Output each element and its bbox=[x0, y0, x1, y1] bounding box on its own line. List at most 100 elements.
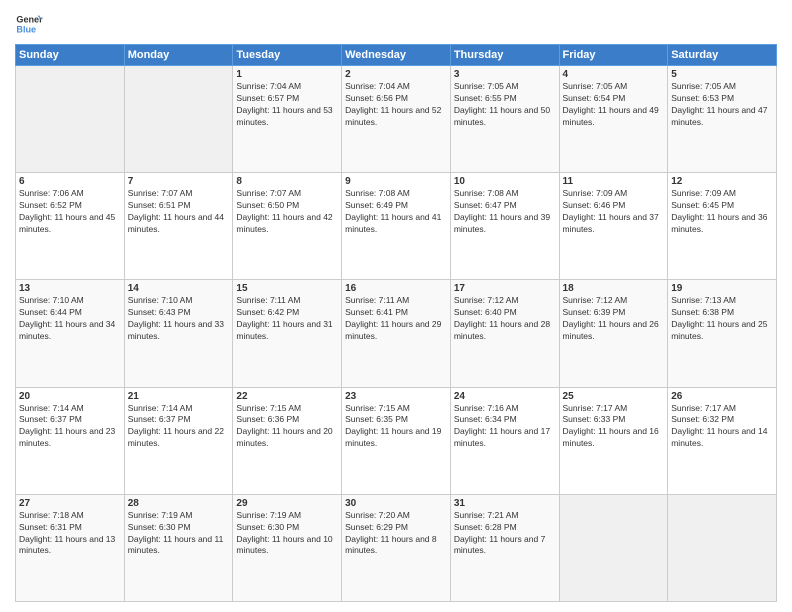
day-number: 22 bbox=[236, 391, 338, 402]
calendar-cell: 14Sunrise: 7:10 AMSunset: 6:43 PMDayligh… bbox=[124, 280, 233, 387]
day-info: Sunrise: 7:13 AMSunset: 6:38 PMDaylight:… bbox=[671, 295, 773, 343]
day-info: Sunrise: 7:09 AMSunset: 6:45 PMDaylight:… bbox=[671, 188, 773, 236]
calendar-table: SundayMondayTuesdayWednesdayThursdayFrid… bbox=[15, 44, 777, 602]
calendar-week-row: 6Sunrise: 7:06 AMSunset: 6:52 PMDaylight… bbox=[16, 173, 777, 280]
day-info: Sunrise: 7:08 AMSunset: 6:47 PMDaylight:… bbox=[454, 188, 556, 236]
day-info: Sunrise: 7:12 AMSunset: 6:40 PMDaylight:… bbox=[454, 295, 556, 343]
day-number: 15 bbox=[236, 283, 338, 294]
day-number: 17 bbox=[454, 283, 556, 294]
day-number: 2 bbox=[345, 69, 447, 80]
day-info: Sunrise: 7:19 AMSunset: 6:30 PMDaylight:… bbox=[128, 510, 230, 558]
calendar-cell: 19Sunrise: 7:13 AMSunset: 6:38 PMDayligh… bbox=[668, 280, 777, 387]
calendar-cell: 26Sunrise: 7:17 AMSunset: 6:32 PMDayligh… bbox=[668, 387, 777, 494]
day-info: Sunrise: 7:19 AMSunset: 6:30 PMDaylight:… bbox=[236, 510, 338, 558]
day-number: 5 bbox=[671, 69, 773, 80]
calendar-week-row: 27Sunrise: 7:18 AMSunset: 6:31 PMDayligh… bbox=[16, 494, 777, 601]
day-info: Sunrise: 7:10 AMSunset: 6:44 PMDaylight:… bbox=[19, 295, 121, 343]
day-number: 20 bbox=[19, 391, 121, 402]
day-number: 10 bbox=[454, 176, 556, 187]
day-info: Sunrise: 7:08 AMSunset: 6:49 PMDaylight:… bbox=[345, 188, 447, 236]
calendar-cell: 1Sunrise: 7:04 AMSunset: 6:57 PMDaylight… bbox=[233, 66, 342, 173]
day-info: Sunrise: 7:05 AMSunset: 6:53 PMDaylight:… bbox=[671, 81, 773, 129]
calendar-cell: 23Sunrise: 7:15 AMSunset: 6:35 PMDayligh… bbox=[342, 387, 451, 494]
calendar-week-row: 20Sunrise: 7:14 AMSunset: 6:37 PMDayligh… bbox=[16, 387, 777, 494]
calendar-cell: 22Sunrise: 7:15 AMSunset: 6:36 PMDayligh… bbox=[233, 387, 342, 494]
day-info: Sunrise: 7:21 AMSunset: 6:28 PMDaylight:… bbox=[454, 510, 556, 558]
day-info: Sunrise: 7:15 AMSunset: 6:35 PMDaylight:… bbox=[345, 403, 447, 451]
day-number: 21 bbox=[128, 391, 230, 402]
calendar-cell: 4Sunrise: 7:05 AMSunset: 6:54 PMDaylight… bbox=[559, 66, 668, 173]
calendar-cell: 29Sunrise: 7:19 AMSunset: 6:30 PMDayligh… bbox=[233, 494, 342, 601]
calendar-cell bbox=[124, 66, 233, 173]
day-number: 16 bbox=[345, 283, 447, 294]
day-info: Sunrise: 7:04 AMSunset: 6:57 PMDaylight:… bbox=[236, 81, 338, 129]
day-number: 26 bbox=[671, 391, 773, 402]
calendar-cell: 12Sunrise: 7:09 AMSunset: 6:45 PMDayligh… bbox=[668, 173, 777, 280]
calendar-week-row: 1Sunrise: 7:04 AMSunset: 6:57 PMDaylight… bbox=[16, 66, 777, 173]
day-info: Sunrise: 7:04 AMSunset: 6:56 PMDaylight:… bbox=[345, 81, 447, 129]
day-number: 27 bbox=[19, 498, 121, 509]
weekday-header: Wednesday bbox=[342, 45, 451, 66]
logo-icon: General Blue bbox=[15, 10, 43, 38]
day-info: Sunrise: 7:07 AMSunset: 6:51 PMDaylight:… bbox=[128, 188, 230, 236]
day-info: Sunrise: 7:07 AMSunset: 6:50 PMDaylight:… bbox=[236, 188, 338, 236]
day-number: 7 bbox=[128, 176, 230, 187]
day-info: Sunrise: 7:06 AMSunset: 6:52 PMDaylight:… bbox=[19, 188, 121, 236]
calendar-cell: 2Sunrise: 7:04 AMSunset: 6:56 PMDaylight… bbox=[342, 66, 451, 173]
calendar-cell: 24Sunrise: 7:16 AMSunset: 6:34 PMDayligh… bbox=[450, 387, 559, 494]
day-number: 25 bbox=[563, 391, 665, 402]
day-number: 12 bbox=[671, 176, 773, 187]
weekday-header: Sunday bbox=[16, 45, 125, 66]
day-info: Sunrise: 7:16 AMSunset: 6:34 PMDaylight:… bbox=[454, 403, 556, 451]
calendar-cell bbox=[559, 494, 668, 601]
calendar-cell: 16Sunrise: 7:11 AMSunset: 6:41 PMDayligh… bbox=[342, 280, 451, 387]
weekday-header: Saturday bbox=[668, 45, 777, 66]
calendar-cell bbox=[668, 494, 777, 601]
day-number: 14 bbox=[128, 283, 230, 294]
weekday-header: Thursday bbox=[450, 45, 559, 66]
day-number: 19 bbox=[671, 283, 773, 294]
day-info: Sunrise: 7:20 AMSunset: 6:29 PMDaylight:… bbox=[345, 510, 447, 558]
day-number: 3 bbox=[454, 69, 556, 80]
calendar-cell: 21Sunrise: 7:14 AMSunset: 6:37 PMDayligh… bbox=[124, 387, 233, 494]
day-info: Sunrise: 7:14 AMSunset: 6:37 PMDaylight:… bbox=[19, 403, 121, 451]
day-info: Sunrise: 7:17 AMSunset: 6:32 PMDaylight:… bbox=[671, 403, 773, 451]
day-number: 9 bbox=[345, 176, 447, 187]
day-number: 8 bbox=[236, 176, 338, 187]
calendar-cell: 11Sunrise: 7:09 AMSunset: 6:46 PMDayligh… bbox=[559, 173, 668, 280]
day-number: 6 bbox=[19, 176, 121, 187]
weekday-header: Monday bbox=[124, 45, 233, 66]
calendar-week-row: 13Sunrise: 7:10 AMSunset: 6:44 PMDayligh… bbox=[16, 280, 777, 387]
day-info: Sunrise: 7:11 AMSunset: 6:41 PMDaylight:… bbox=[345, 295, 447, 343]
calendar-cell bbox=[16, 66, 125, 173]
weekday-header: Tuesday bbox=[233, 45, 342, 66]
day-info: Sunrise: 7:18 AMSunset: 6:31 PMDaylight:… bbox=[19, 510, 121, 558]
day-info: Sunrise: 7:11 AMSunset: 6:42 PMDaylight:… bbox=[236, 295, 338, 343]
svg-text:Blue: Blue bbox=[16, 24, 36, 34]
calendar-cell: 10Sunrise: 7:08 AMSunset: 6:47 PMDayligh… bbox=[450, 173, 559, 280]
day-number: 23 bbox=[345, 391, 447, 402]
day-info: Sunrise: 7:05 AMSunset: 6:55 PMDaylight:… bbox=[454, 81, 556, 129]
calendar-cell: 27Sunrise: 7:18 AMSunset: 6:31 PMDayligh… bbox=[16, 494, 125, 601]
calendar-cell: 3Sunrise: 7:05 AMSunset: 6:55 PMDaylight… bbox=[450, 66, 559, 173]
calendar-cell: 13Sunrise: 7:10 AMSunset: 6:44 PMDayligh… bbox=[16, 280, 125, 387]
day-info: Sunrise: 7:10 AMSunset: 6:43 PMDaylight:… bbox=[128, 295, 230, 343]
header: General Blue bbox=[15, 10, 777, 38]
calendar-cell: 6Sunrise: 7:06 AMSunset: 6:52 PMDaylight… bbox=[16, 173, 125, 280]
day-number: 28 bbox=[128, 498, 230, 509]
calendar-cell: 8Sunrise: 7:07 AMSunset: 6:50 PMDaylight… bbox=[233, 173, 342, 280]
day-info: Sunrise: 7:17 AMSunset: 6:33 PMDaylight:… bbox=[563, 403, 665, 451]
day-info: Sunrise: 7:05 AMSunset: 6:54 PMDaylight:… bbox=[563, 81, 665, 129]
day-number: 18 bbox=[563, 283, 665, 294]
logo: General Blue bbox=[15, 10, 43, 38]
calendar-cell: 9Sunrise: 7:08 AMSunset: 6:49 PMDaylight… bbox=[342, 173, 451, 280]
day-number: 11 bbox=[563, 176, 665, 187]
calendar-cell: 25Sunrise: 7:17 AMSunset: 6:33 PMDayligh… bbox=[559, 387, 668, 494]
calendar-cell: 7Sunrise: 7:07 AMSunset: 6:51 PMDaylight… bbox=[124, 173, 233, 280]
day-info: Sunrise: 7:09 AMSunset: 6:46 PMDaylight:… bbox=[563, 188, 665, 236]
weekday-header: Friday bbox=[559, 45, 668, 66]
calendar-header-row: SundayMondayTuesdayWednesdayThursdayFrid… bbox=[16, 45, 777, 66]
day-info: Sunrise: 7:15 AMSunset: 6:36 PMDaylight:… bbox=[236, 403, 338, 451]
day-number: 29 bbox=[236, 498, 338, 509]
day-number: 24 bbox=[454, 391, 556, 402]
